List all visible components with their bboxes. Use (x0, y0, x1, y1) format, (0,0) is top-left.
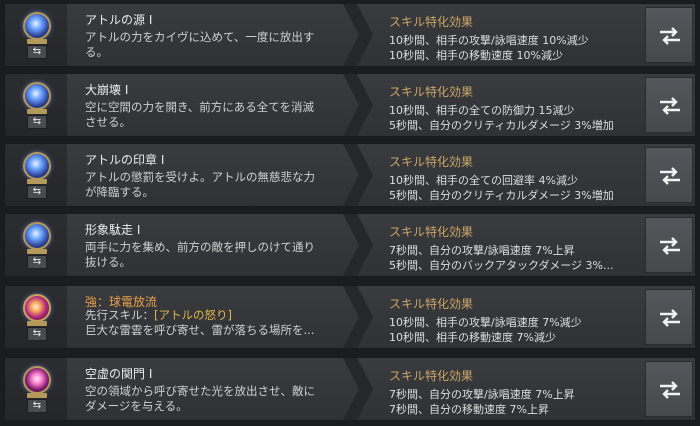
swap-small-icon: ⇆ (27, 255, 47, 269)
effect-line: 7秒間、自分の移動速度 7%上昇 (389, 403, 549, 416)
description-line: 抜ける。 (85, 255, 131, 269)
effect-line: 10秒間、相手の攻撃/詠唱速度 7%減少 (389, 316, 582, 329)
thunder-ball-icon (23, 294, 51, 322)
effect-list: 7秒間、自分の攻撃/詠唱速度 7%上昇 5秒間、自分のバックアタックダメージ 3… (389, 243, 641, 273)
swap-arrows-icon (660, 27, 680, 45)
effect-line: 7秒間、自分の攻撃/詠唱速度 7%上昇 (389, 244, 575, 257)
swap-small-icon: ⇆ (27, 327, 47, 341)
swap-button[interactable] (645, 77, 693, 133)
chevron-divider-icon (343, 4, 373, 66)
skill-row: ⇆ 大崩壊 I 空に空間の力を開き、前方にある全てを消滅 させる。 スキル特化効… (4, 73, 696, 137)
icon-stand (27, 249, 47, 254)
skill-icon-slot[interactable]: ⇆ (5, 74, 67, 136)
skill-row: ⇆ アトルの印章 I アトルの懲罰を受けよ。アトルの無慈悲な力 が降臨する。 ス… (4, 143, 696, 207)
swap-button[interactable] (645, 289, 693, 345)
skill-icon-slot[interactable]: ⇆ (5, 4, 67, 66)
skill-description: アトルの懲罰を受けよ。アトルの無慈悲な力 が降臨する。 (85, 170, 341, 200)
description-line: 両手に力を集め、前方の敵を押しのけて通り (85, 240, 315, 254)
swap-button[interactable] (645, 361, 693, 417)
skill-name: アトルの源 I (85, 13, 153, 27)
swap-arrows-icon (660, 167, 680, 185)
effect-list: 10秒間、相手の攻撃/詠唱速度 10%減少 10秒間、相手の移動速度 10%減少 (389, 33, 641, 63)
skill-description: 先行スキル：[アトルの怒り] 巨大な雷雲を呼び寄せ、雷が落ちる場所を... (85, 308, 341, 338)
effect-line: 5秒間、自分のクリティカルダメージ 3%増加 (389, 119, 614, 132)
chevron-divider-icon (343, 358, 373, 420)
skill-icon-slot[interactable]: ⇆ (5, 144, 67, 206)
skill-row: ⇆ アトルの源 I アトルの力をカイヴに込めて、一度に放出す る。 スキル特化効… (4, 3, 696, 67)
chevron-divider-icon (343, 214, 373, 276)
swap-small-icon: ⇆ (27, 45, 47, 59)
skill-name: 形象駄走 I (85, 223, 141, 237)
swap-arrows-icon (660, 381, 680, 399)
sphere-burst-icon (23, 82, 51, 110)
description-line: 巨大な雷雲を呼び寄せ、雷が落ちる場所を... (85, 323, 315, 337)
lightning-orb-icon (23, 12, 51, 40)
effect-header: スキル特化効果 (389, 369, 474, 383)
effect-header: スキル特化効果 (389, 85, 474, 99)
swap-small-icon: ⇆ (27, 115, 47, 129)
chevron-divider-icon (343, 144, 373, 206)
effect-header: スキル特化効果 (389, 225, 474, 239)
icon-stand (27, 39, 47, 44)
skill-specialization-list: ⇆ アトルの源 I アトルの力をカイヴに込めて、一度に放出す る。 スキル特化効… (0, 0, 700, 426)
prerequisite-skill-name: [アトルの怒り] (154, 308, 232, 322)
effect-list: 10秒間、相手の全ての防御力 15減少 5秒間、自分のクリティカルダメージ 3%… (389, 103, 641, 133)
seal-icon (23, 152, 51, 180)
prerequisite-skill: 先行スキル：[アトルの怒り] (85, 308, 341, 323)
icon-stand (27, 393, 47, 398)
description-line: ダメージを与える。 (85, 399, 188, 413)
surge-icon (23, 222, 51, 250)
skill-row: ⇆ 形象駄走 I 両手に力を集め、前方の敵を押しのけて通り 抜ける。 スキル特化… (4, 213, 696, 277)
prerequisite-label: 先行スキル： (85, 308, 154, 322)
skill-row: ⇆ 空虚の関門 I 空の領域から呼び寄せた光を放出させ、敵に ダメージを与える。… (4, 357, 696, 421)
skill-name: アトルの印章 I (85, 153, 165, 167)
description-line: 空の領域から呼び寄せた光を放出させ、敵に (85, 384, 315, 398)
description-line: が降臨する。 (85, 185, 154, 199)
description-line: る。 (85, 45, 108, 59)
icon-stand (27, 179, 47, 184)
skill-description: アトルの力をカイヴに込めて、一度に放出す る。 (85, 30, 341, 60)
skill-name: 大崩壊 I (85, 83, 129, 97)
description-line: アトルの懲罰を受けよ。アトルの無慈悲な力 (85, 170, 315, 184)
chevron-divider-icon (343, 286, 373, 348)
skill-row: ⇆ 強：球電放流 先行スキル：[アトルの怒り] 巨大な雷雲を呼び寄せ、雷が落ちる… (4, 285, 696, 349)
swap-button[interactable] (645, 217, 693, 273)
skill-description: 両手に力を集め、前方の敵を押しのけて通り 抜ける。 (85, 240, 341, 270)
effect-header: スキル特化効果 (389, 15, 474, 29)
description-line: 空に空間の力を開き、前方にある全てを消滅 (85, 100, 314, 114)
skill-name: 空虚の関門 I (85, 367, 153, 381)
skill-description: 空に空間の力を開き、前方にある全てを消滅 させる。 (85, 100, 341, 130)
skill-icon-slot[interactable]: ⇆ (5, 286, 67, 348)
effect-line: 10秒間、相手の攻撃/詠唱速度 10%減少 (389, 34, 589, 47)
effect-line: 10秒間、相手の移動速度 7%減少 (389, 331, 556, 344)
swap-small-icon: ⇆ (27, 185, 47, 199)
skill-icon-slot[interactable]: ⇆ (5, 214, 67, 276)
icon-stand (27, 109, 47, 114)
swap-arrows-icon (660, 237, 680, 255)
swap-button[interactable] (645, 7, 693, 63)
effect-line: 10秒間、相手の移動速度 10%減少 (389, 49, 563, 62)
description-line: させる。 (85, 115, 131, 129)
effect-line: 10秒間、相手の全ての防御力 15減少 (389, 104, 575, 117)
effect-line: 5秒間、自分のクリティカルダメージ 3%増加 (389, 189, 614, 202)
effect-list: 7秒間、自分の攻撃/詠唱速度 7%上昇 7秒間、自分の移動速度 7%上昇 (389, 387, 641, 417)
void-gate-icon (23, 366, 51, 394)
swap-small-icon: ⇆ (27, 399, 47, 413)
skill-description: 空の領域から呼び寄せた光を放出させ、敵に ダメージを与える。 (85, 384, 341, 414)
effect-header: スキル特化効果 (389, 155, 474, 169)
swap-arrows-icon (660, 309, 680, 327)
effect-line: 7秒間、自分の攻撃/詠唱速度 7%上昇 (389, 388, 575, 401)
chevron-divider-icon (343, 74, 373, 136)
effect-header: スキル特化効果 (389, 297, 474, 311)
effect-line: 10秒間、相手の全ての回避率 4%減少 (389, 174, 578, 187)
description-line: アトルの力をカイヴに込めて、一度に放出す (85, 30, 315, 44)
effect-line: 5秒間、自分のバックアタックダメージ 3%... (389, 259, 614, 272)
swap-button[interactable] (645, 147, 693, 203)
effect-list: 10秒間、相手の攻撃/詠唱速度 7%減少 10秒間、相手の移動速度 7%減少 (389, 315, 641, 345)
icon-stand (27, 321, 47, 326)
effect-list: 10秒間、相手の全ての回避率 4%減少 5秒間、自分のクリティカルダメージ 3%… (389, 173, 641, 203)
skill-icon-slot[interactable]: ⇆ (5, 358, 67, 420)
swap-arrows-icon (660, 97, 680, 115)
